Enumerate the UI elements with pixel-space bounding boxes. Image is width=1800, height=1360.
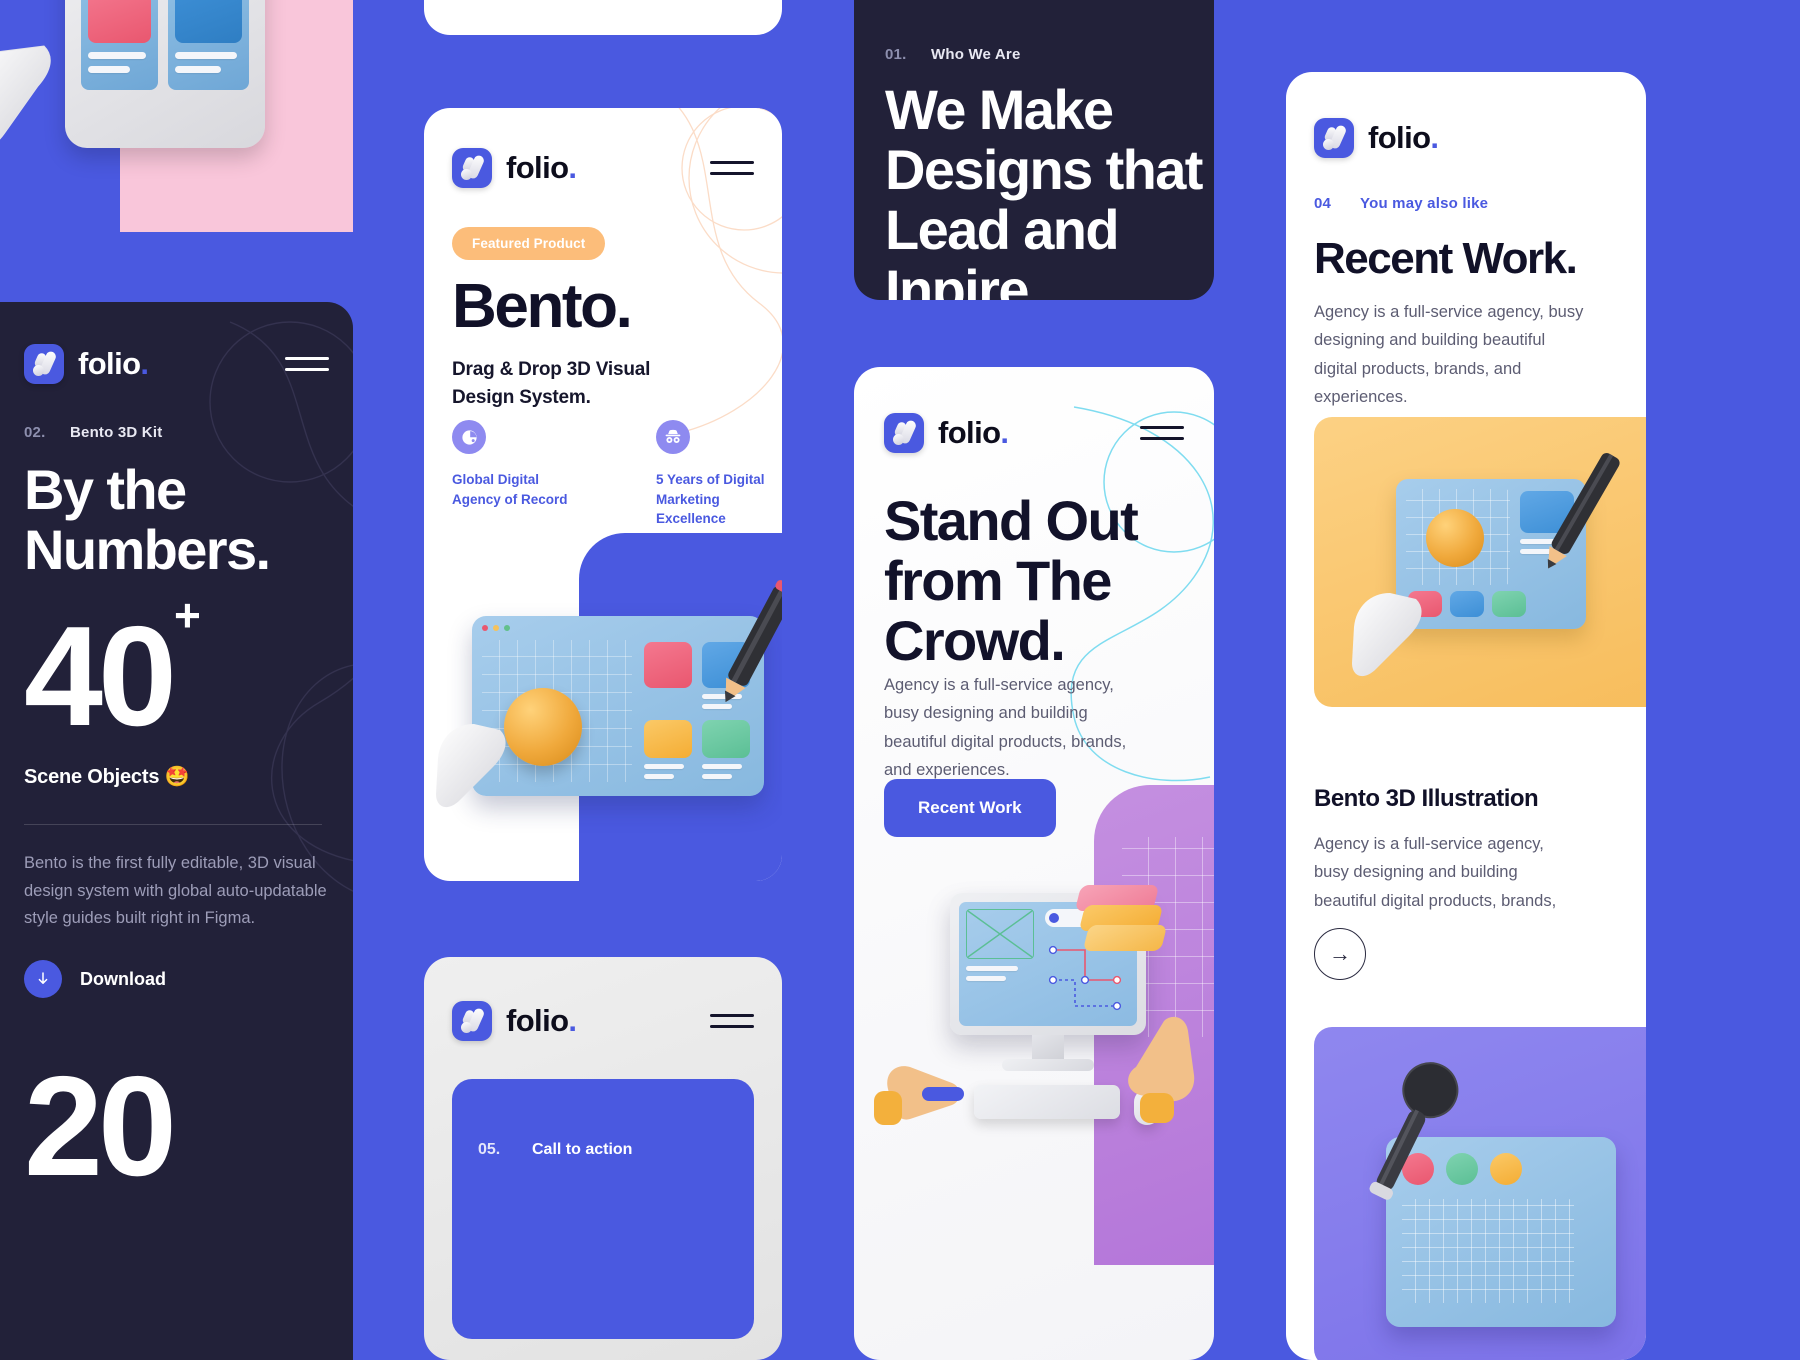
logo[interactable]: folio. (452, 148, 577, 188)
card-bento: folio. Featured Product Bento. Drag & Dr… (424, 108, 782, 881)
divider (24, 824, 322, 825)
logo-period: . (568, 150, 577, 185)
cta-label: Call to action (532, 1141, 633, 1158)
stat-number: 40 (24, 597, 177, 756)
stat-label: Scene Objects 🤩 (24, 766, 190, 788)
folio-logo-icon (24, 344, 64, 384)
logo-text: folio. (938, 415, 1009, 450)
card-body-text: Bento is the first fully editable, 3D vi… (24, 854, 327, 928)
card-body-text: Agency is a full-service agency, busy de… (884, 676, 1127, 780)
logo[interactable]: folio. (1314, 118, 1439, 158)
card-who-we-are: 01. Who We Are We Make Designs that Lead… (854, 0, 1214, 300)
cta-panel[interactable]: 05. Call to action (452, 1079, 754, 1339)
next-arrow-button[interactable]: → (1314, 928, 1366, 980)
logo[interactable]: folio. (884, 413, 1009, 453)
hand-icon (874, 1066, 964, 1125)
title-line-4: Inpire. (885, 257, 1043, 300)
eyebrow-label: Bento 3D Kit (70, 424, 163, 441)
title-line-2: Designs that (885, 137, 1203, 201)
title-line-3: Crowd. (884, 608, 1066, 672)
download-label: Download (80, 968, 166, 989)
card-stand-out: folio. Stand Out from The Crowd. Agency … (854, 367, 1214, 1360)
subtitle-line-2: Design System. (452, 386, 591, 408)
logo-text: folio. (506, 150, 577, 185)
logo-period: . (1000, 415, 1009, 450)
status-badge: Featured Product (452, 227, 606, 260)
stat-superscript: + (173, 588, 201, 641)
title-line-2: from The (884, 548, 1112, 612)
pencil-icon (1547, 453, 1620, 569)
title-line-1: We Make (885, 78, 1114, 141)
eyebrow-label: You may also like (1360, 195, 1489, 212)
download-button[interactable]: Download (24, 960, 166, 998)
hamburger-menu-icon[interactable] (1140, 424, 1184, 442)
section-eyebrow: 01. Who We Are (885, 46, 1021, 63)
cursor-icon (1352, 593, 1422, 677)
logo-text: folio. (1368, 120, 1439, 155)
page-title: By the Numbers. (24, 458, 271, 581)
microphone-icon (1369, 1062, 1459, 1200)
bento-subtitle: Drag & Drop 3D Visual Design System. (452, 356, 650, 411)
title-line-2: Numbers. (24, 517, 271, 581)
page-title: Stand Out from The Crowd. (884, 489, 1139, 672)
folio-logo-icon (452, 148, 492, 188)
thumbnail-audio-kit[interactable] (1314, 1027, 1646, 1360)
cta-row: 05. Call to action (478, 1141, 632, 1159)
hamburger-menu-icon[interactable] (710, 1012, 754, 1030)
logo-period: . (568, 1003, 577, 1038)
folio-logo-icon (452, 1001, 492, 1041)
recent-work-button[interactable]: Recent Work (884, 779, 1056, 837)
feature-row: Global Digital Agency of Record 5 Years … (452, 420, 780, 529)
cursor-icon (0, 45, 51, 140)
title-line-1: Stand Out (884, 489, 1139, 552)
eyebrow-number: 04 (1314, 195, 1332, 212)
download-icon (24, 960, 62, 998)
bento-board-illustration (436, 580, 782, 808)
logo-text: folio. (78, 346, 149, 381)
title-line-1: By the (24, 458, 187, 521)
incognito-icon (656, 420, 690, 454)
stat-value: 40+ (24, 592, 201, 748)
eyebrow-number: 01. (885, 46, 907, 63)
section-eyebrow: 04 You may also like (1314, 195, 1488, 212)
card-body-text: Agency is a full-service agency, busy de… (1314, 303, 1584, 407)
card-by-the-numbers: folio. 02. Bento 3D Kit By the Numbers. … (0, 302, 353, 1360)
hamburger-menu-icon[interactable] (285, 355, 329, 373)
eyebrow-label: Who We Are (931, 46, 1021, 63)
title-line-3: Lead and (885, 197, 1120, 261)
item-body-text: Agency is a full-service agency, busy de… (1314, 835, 1557, 910)
page-title: We Make Designs that Lead and Inpire. (885, 78, 1203, 300)
stat-value-secondary: 20 (24, 1047, 177, 1206)
card-recent-work: folio. 04 You may also like Recent Work.… (1286, 72, 1646, 1360)
bento-title: Bento. (452, 272, 633, 341)
eyebrow-number: 02. (24, 424, 46, 441)
folio-logo-icon (1314, 118, 1354, 158)
feature-label: 5 Years of Digital Marketing Excellence (656, 472, 765, 527)
cta-number: 05. (478, 1141, 501, 1158)
hand-icon (1128, 1016, 1195, 1123)
feature-item: Global Digital Agency of Record (452, 420, 576, 529)
subtitle-line-1: Drag & Drop 3D Visual (452, 359, 651, 380)
arrow-right-icon: → (1329, 941, 1351, 966)
cursor-icon (436, 724, 506, 808)
logo[interactable]: folio. (24, 344, 149, 384)
thumbnail-bento-3d[interactable] (1314, 417, 1646, 707)
canvas: folio. 02. Bento 3D Kit By the Numbers. … (0, 0, 1800, 1360)
logo-period: . (140, 346, 149, 381)
hero-illustration-panel (0, 0, 353, 232)
card-call-to-action: folio. 05. Call to action (424, 957, 782, 1360)
card-top-sliver (424, 0, 782, 35)
feature-item: 5 Years of Digital Marketing Excellence (656, 420, 780, 529)
section-eyebrow: 02. Bento 3D Kit (24, 424, 162, 441)
item-title: Bento 3D Illustration (1314, 785, 1539, 812)
pie-chart-icon (452, 420, 486, 454)
logo-text: folio. (506, 1003, 577, 1038)
hamburger-menu-icon[interactable] (710, 159, 754, 177)
page-title: Recent Work. (1314, 234, 1578, 283)
logo-period: . (1430, 120, 1439, 155)
feature-label: Global Digital Agency of Record (452, 472, 568, 507)
logo[interactable]: folio. (452, 1001, 577, 1041)
workstation-illustration (874, 867, 1212, 1187)
folio-logo-icon (884, 413, 924, 453)
